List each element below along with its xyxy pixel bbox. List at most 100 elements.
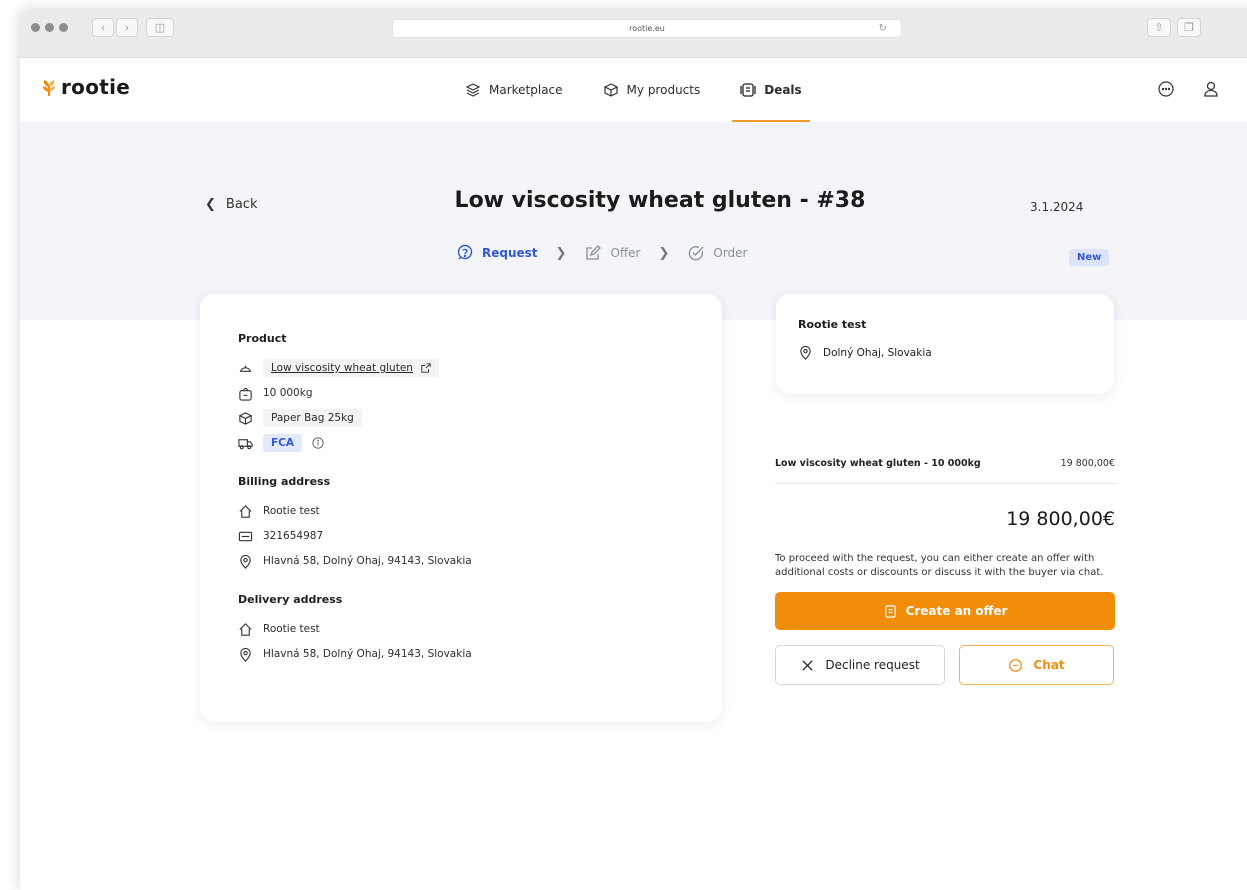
address-bar[interactable]: rootie.eu ↻ [392,19,902,38]
total-price: 19 800,00€ [1006,508,1115,530]
seller-card: Rootie test Dolný Ohaj, Slovakia [776,294,1114,394]
close-icon [802,659,813,671]
home-icon [239,504,252,518]
billing-id: 321654987 [263,530,324,542]
packaging-chip: Paper Bag 25kg [263,409,362,427]
page-title: Low viscosity wheat gluten - #38 [454,188,866,213]
chat-bubble-icon[interactable] [1157,80,1175,98]
rootie-logo[interactable]: rootie [41,75,130,99]
billing-address: Hlavná 58, Dolný Ohaj, 94143, Slovakia [263,555,472,567]
delivery-address: Hlavná 58, Dolný Ohaj, 94143, Slovakia [263,648,472,660]
nav-item-my-products[interactable]: My products [583,58,721,122]
nav-item-label: Marketplace [489,83,563,97]
incoterm-row: FCA [238,432,684,454]
product-packaging: Paper Bag 25kg [271,412,354,424]
order-summary: Low viscosity wheat gluten - 10 000kg 19… [775,458,1115,685]
step-request[interactable]: Request [456,244,538,262]
browser-window: ‹ › ◫ rootie.eu ↻ ⇧ ❐ rootie Marketplace… [20,10,1247,890]
seller-location: Dolný Ohaj, Slovakia [823,346,932,359]
main-nav: Marketplace My products Deals [445,58,822,122]
deal-header-band: ❮ Back Low viscosity wheat gluten - #38 … [20,122,1247,320]
billing-id-row: 321654987 [238,525,684,547]
deal-progress-steps: Request ❯ Offer ❯ Order [456,244,747,262]
delivery-company: Rootie test [263,623,320,635]
external-link-icon [421,363,431,373]
sidebar-toggle-icon[interactable]: ◫ [146,18,174,37]
create-offer-label: Create an offer [905,604,1008,618]
back-label: Back [225,197,258,212]
billing-company: Rootie test [263,505,320,517]
edit-document-icon [586,245,602,260]
step-order[interactable]: Order [687,244,747,262]
product-name: Low viscosity wheat gluten [271,362,413,374]
seller-name: Rootie test [798,318,867,331]
product-link[interactable]: Low viscosity wheat gluten [263,359,439,377]
nav-item-label: My products [626,83,701,97]
packaging-row: Paper Bag 25kg [238,407,684,429]
proceed-note: To proceed with the request, you can eit… [775,553,1104,578]
seller-location-row: Dolný Ohaj, Slovakia [798,345,1092,360]
product-name-row: Low viscosity wheat gluten [238,357,684,379]
product-section-title: Product [238,332,287,345]
browser-back-button[interactable]: ‹ [92,18,114,37]
share-icon[interactable]: ⇧ [1147,18,1171,37]
back-button[interactable]: ❮ Back [205,197,257,212]
nav-item-marketplace[interactable]: Marketplace [445,58,583,122]
weight-icon [239,387,252,401]
line-item-price: 19 800,00€ [1060,458,1115,469]
truck-icon [238,438,253,449]
browser-forward-button[interactable]: › [116,18,138,37]
decline-label: Decline request [825,658,920,672]
app-header: rootie Marketplace My products Deals [20,58,1247,122]
url-text: rootie.eu [629,24,665,33]
location-pin-icon [240,647,251,662]
delivery-company-row: Rootie test [238,618,684,640]
decline-request-button[interactable]: Decline request [775,645,945,685]
package-icon [238,411,253,425]
box-icon [603,83,618,97]
tabs-overview-icon[interactable]: ❐ [1177,18,1201,37]
reload-icon[interactable]: ↻ [879,23,887,34]
chat-label: Chat [1033,658,1065,672]
product-icon [239,365,252,372]
id-card-icon [238,531,253,541]
wheat-logo-icon [43,80,55,96]
summary-line-item: Low viscosity wheat gluten - 10 000kg 19… [775,458,1115,484]
info-icon[interactable] [312,437,324,449]
deal-date: 3.1.2024 [1030,200,1084,214]
location-pin-icon [800,345,811,360]
delivery-address-row: Hlavná 58, Dolný Ohaj, 94143, Slovakia [238,643,684,665]
billing-address-row: Hlavná 58, Dolný Ohaj, 94143, Slovakia [238,550,684,572]
line-item-label: Low viscosity wheat gluten - 10 000kg [775,458,981,469]
delivery-section-title: Delivery address [238,593,343,606]
step-label: Offer [610,246,641,260]
chevron-right-icon: ❯ [658,245,670,261]
incoterm-badge: FCA [263,434,303,452]
step-offer[interactable]: Offer [584,244,640,262]
step-label: Order [713,246,748,260]
deals-icon [740,83,756,97]
chevron-left-icon: ❮ [205,197,216,212]
nav-item-deals[interactable]: Deals [720,58,821,122]
logo-text: rootie [61,75,131,99]
minimize-window-button[interactable] [45,23,54,32]
secondary-actions: Decline request Chat [775,645,1115,685]
nav-item-label: Deals [764,83,802,97]
create-offer-button[interactable]: Create an offer [775,592,1115,630]
billing-section-title: Billing address [238,475,331,488]
browser-toolbar: ‹ › ◫ rootie.eu ↻ ⇧ ❐ [20,10,1247,58]
step-label: Request [482,246,538,260]
layers-icon [465,83,481,97]
user-icon[interactable] [1202,80,1220,98]
question-chat-icon [457,244,473,260]
close-window-button[interactable] [31,23,40,32]
chat-button[interactable]: Chat [959,645,1114,685]
deal-details-card: Product Low viscosity wheat gluten 10 00… [200,294,722,722]
home-icon [239,622,252,636]
product-quantity: 10 000kg [263,387,313,399]
chat-bubble-icon [1009,658,1023,672]
billing-company-row: Rootie test [238,500,684,522]
status-badge: New [1069,249,1110,266]
check-circle-icon [689,246,704,261]
maximize-window-button[interactable] [59,23,68,32]
